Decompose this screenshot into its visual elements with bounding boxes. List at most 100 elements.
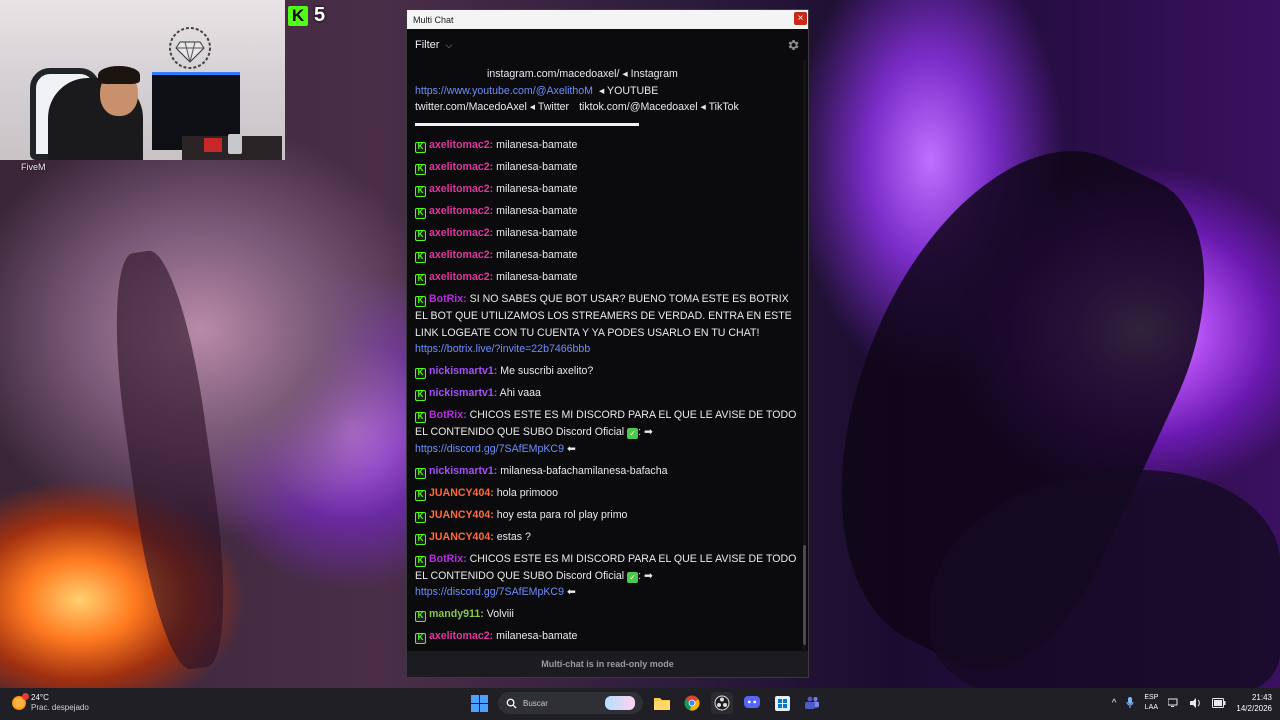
- kick-platform-icon: K: [415, 252, 426, 264]
- temperature: 24°C: [31, 693, 49, 702]
- youtube-link[interactable]: https://www.youtube.com/@AxelithoM: [415, 83, 593, 100]
- chat-message: Kaxelitomac2: milanesa-bamate: [415, 269, 797, 286]
- webcam-feed: [0, 0, 285, 160]
- chat-text: milanesa-bamate: [496, 227, 578, 240]
- chat-username[interactable]: BotRix:: [429, 409, 467, 421]
- kick-platform-icon: K: [415, 274, 426, 286]
- chat-username[interactable]: BotRix:: [429, 293, 467, 305]
- chat-username[interactable]: axelitomac2:: [429, 183, 493, 195]
- close-button[interactable]: ×: [794, 12, 807, 25]
- tiktok-link[interactable]: tiktok.com/@Macedoaxel ◂ TikTok: [579, 99, 739, 116]
- chat-username[interactable]: axelitomac2:: [429, 630, 493, 642]
- start-button[interactable]: [468, 692, 490, 714]
- chat-text: milanesa-bamate: [496, 139, 578, 152]
- language-indicator[interactable]: ESP LAA: [1144, 693, 1158, 713]
- chevron-up-icon[interactable]: ^: [1112, 698, 1117, 709]
- chat-message: K JUANCY404: hola primooo: [415, 485, 797, 502]
- gear-icon[interactable]: [786, 38, 800, 52]
- weather-sun-icon: [12, 693, 29, 710]
- kick-platform-icon: K: [415, 208, 426, 220]
- webcam-person-hair: [98, 66, 140, 84]
- chat-username[interactable]: JUANCY404:: [429, 531, 494, 543]
- taskbar: 24°C Prac. despejado Buscar ^ ESP LAA 21…: [0, 688, 1280, 720]
- chat-link[interactable]: https://discord.gg/7SAfEMpKC9: [415, 443, 564, 455]
- webcam-cup: [228, 134, 242, 154]
- chat-username[interactable]: axelitomac2:: [429, 249, 493, 261]
- chat-username[interactable]: JUANCY404:: [429, 509, 494, 521]
- window-titlebar[interactable]: Multi Chat ×: [407, 10, 808, 29]
- chat-message-list[interactable]: instagram.com/macedoaxel/ ◂ Instagram ht…: [407, 62, 805, 652]
- chat-message: Kaxelitomac2: milanesa-bamate: [415, 181, 797, 198]
- link-suffix-arrow: ⬅: [566, 442, 576, 455]
- battery-icon[interactable]: [1212, 698, 1226, 708]
- weather-widget[interactable]: 24°C Prac. despejado: [12, 693, 89, 713]
- chat-username[interactable]: BotRix:: [429, 553, 467, 565]
- volume-icon[interactable]: [1190, 698, 1202, 708]
- chat-username[interactable]: axelitomac2:: [429, 227, 493, 239]
- chat-link[interactable]: https://discord.gg/7SAfEMpKC9: [415, 586, 564, 598]
- chat-text: hoy esta para rol play primo: [496, 508, 628, 521]
- filter-bar: Filter ⌵: [407, 29, 808, 61]
- chat-message: K BotRix: CHICOS ESTE ES MI DISCORD PARA …: [415, 407, 797, 457]
- chat-message: K JUANCY404: hoy esta para rol play primo: [415, 507, 797, 524]
- system-tray: ^ ESP LAA 21:43 14/2/2026: [1112, 692, 1272, 714]
- instagram-link[interactable]: instagram.com/macedoaxel/ ◂ Instagram: [487, 66, 678, 83]
- kick-platform-icon: K: [415, 489, 426, 501]
- chat-username[interactable]: axelitomac2:: [429, 271, 493, 283]
- kick-platform-icon: K: [415, 390, 426, 402]
- chrome-icon[interactable]: [681, 692, 703, 714]
- divider: [415, 123, 639, 127]
- file-explorer-icon[interactable]: [651, 692, 673, 714]
- kick-platform-icon: K: [415, 633, 426, 645]
- scrollbar-thumb[interactable]: [803, 545, 806, 645]
- chat-username[interactable]: nickismartv1:: [429, 365, 497, 377]
- filter-dropdown[interactable]: Filter ⌵: [415, 39, 452, 51]
- obs-icon[interactable]: [711, 692, 733, 714]
- chat-username[interactable]: JUANCY404:: [429, 487, 494, 499]
- chat-message: K BotRix: SI NO SABES QUE BOT USAR? BUENO…: [415, 291, 797, 358]
- chat-username[interactable]: axelitomac2:: [429, 139, 493, 151]
- background-tree-silhouette: [101, 246, 239, 674]
- twitter-link[interactable]: twitter.com/MacedoAxel ◂ Twitter: [415, 99, 569, 116]
- app-store-icon[interactable]: [771, 692, 793, 714]
- chat-text: milanesa-bafachamilanesa-bafacha: [500, 464, 668, 477]
- chat-scrollbar[interactable]: [803, 60, 806, 652]
- chat-username[interactable]: nickismartv1:: [429, 387, 497, 399]
- chat-username[interactable]: axelitomac2:: [429, 161, 493, 173]
- chat-message: Knickismartv1: Me suscribi axelito?: [415, 363, 797, 380]
- chat-text: milanesa-bamate: [496, 249, 578, 262]
- microphone-icon[interactable]: [1126, 697, 1134, 709]
- kick-platform-icon: K: [415, 555, 426, 567]
- chat-link[interactable]: https://botrix.live/?invite=22b7466bbb: [415, 343, 590, 355]
- chat-text: milanesa-bamate: [496, 271, 578, 284]
- chat-username[interactable]: axelitomac2:: [429, 205, 493, 217]
- taskbar-search[interactable]: Buscar: [498, 692, 643, 714]
- chat-text: milanesa-bamate: [496, 161, 578, 174]
- pinned-socials: instagram.com/macedoaxel/ ◂ Instagram ht…: [415, 66, 797, 116]
- kick-platform-icon: K: [415, 511, 426, 523]
- discord-icon[interactable]: [741, 692, 763, 714]
- chat-username[interactable]: mandy911:: [429, 608, 484, 620]
- youtube-row: https://www.youtube.com/@AxelithoM ◂ YOU…: [415, 83, 797, 100]
- chat-text: hola primooo: [496, 486, 558, 499]
- webcam-red-object: [204, 138, 222, 152]
- chat-text: estas ?: [496, 530, 531, 543]
- search-highlight-image: [605, 696, 635, 710]
- chat-text: Ahi vaaa: [499, 387, 541, 400]
- kick-platform-icon: K: [415, 164, 426, 176]
- windows-logo-icon: [470, 694, 488, 712]
- clock[interactable]: 21:43 14/2/2026: [1236, 692, 1272, 714]
- chat-text: Me suscribi axelito?: [500, 365, 594, 378]
- network-icon[interactable]: [1168, 698, 1180, 708]
- chevron-down-icon: ⌵: [445, 39, 453, 50]
- kick-platform-icon: K: [415, 467, 426, 479]
- chat-message: Knickismartv1: milanesa-bafachamilanesa-…: [415, 463, 797, 480]
- date: 14/2/2026: [1236, 704, 1272, 713]
- checkmark-emoji-icon: ✓: [627, 571, 639, 583]
- twitter-tiktok-row: twitter.com/MacedoAxel ◂ Twitter tiktok.…: [415, 99, 797, 116]
- chat-username[interactable]: nickismartv1:: [429, 465, 497, 477]
- kick-viewer-badge: K 5: [288, 4, 325, 27]
- teams-icon[interactable]: [801, 692, 823, 714]
- chat-text: SI NO SABES QUE BOT USAR? BUENO TOMA EST…: [415, 293, 792, 339]
- multi-chat-window: Multi Chat × Filter ⌵ instagram.com/mace…: [406, 9, 809, 678]
